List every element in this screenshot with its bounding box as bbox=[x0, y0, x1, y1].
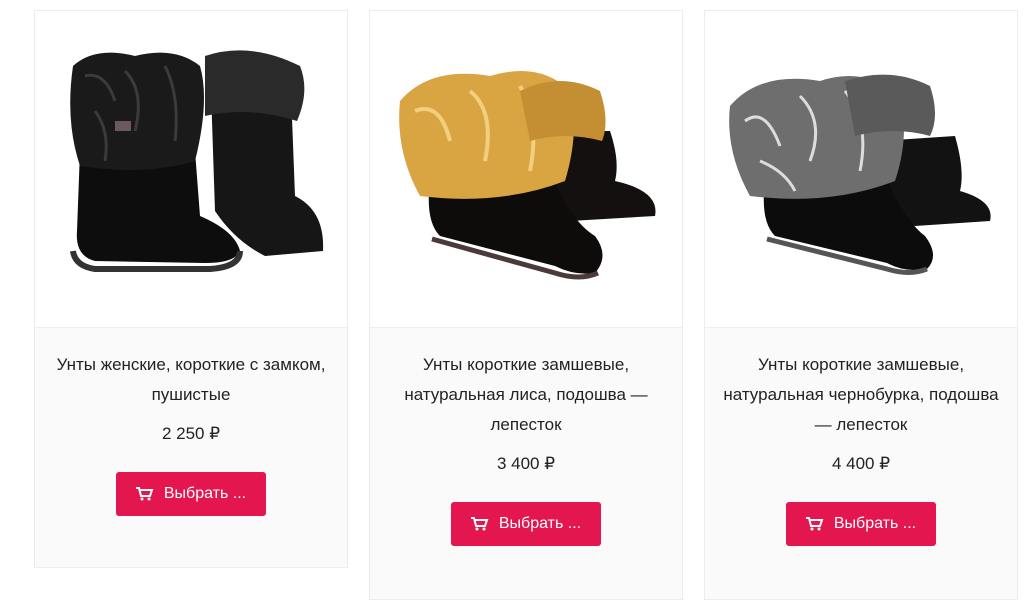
product-price: 2 250 ₽ bbox=[161, 424, 221, 443]
product-title[interactable]: Унты короткие замшевые, натуральная черн… bbox=[723, 350, 999, 440]
select-button-label: Выбрать ... bbox=[833, 515, 917, 532]
product-title[interactable]: Унты женские, короткие с замком, пушисты… bbox=[53, 350, 329, 410]
select-button[interactable]: Выбрать ... bbox=[451, 502, 601, 546]
product-card: Унты короткие замшевые, натуральная лиса… bbox=[369, 10, 683, 600]
cart-icon bbox=[805, 517, 824, 531]
select-button-label: Выбрать ... bbox=[163, 485, 247, 502]
product-card: Унты короткие замшевые, натуральная черн… bbox=[704, 10, 1018, 600]
product-title[interactable]: Унты короткие замшевые, натуральная лиса… bbox=[388, 350, 664, 440]
product-image[interactable] bbox=[35, 11, 347, 328]
cart-icon bbox=[470, 517, 489, 531]
product-card: Унты женские, короткие с замком, пушисты… bbox=[34, 10, 348, 568]
select-button[interactable]: Выбрать ... bbox=[786, 502, 936, 546]
product-image[interactable] bbox=[705, 11, 1017, 328]
select-button-label: Выбрать ... bbox=[498, 515, 582, 532]
product-price: 4 400 ₽ bbox=[831, 454, 891, 473]
product-grid: Унты женские, короткие с замком, пушисты… bbox=[0, 0, 1036, 600]
product-price: 3 400 ₽ bbox=[496, 454, 556, 473]
select-button[interactable]: Выбрать ... bbox=[116, 472, 266, 516]
product-image[interactable] bbox=[370, 11, 682, 328]
cart-icon bbox=[135, 487, 154, 501]
